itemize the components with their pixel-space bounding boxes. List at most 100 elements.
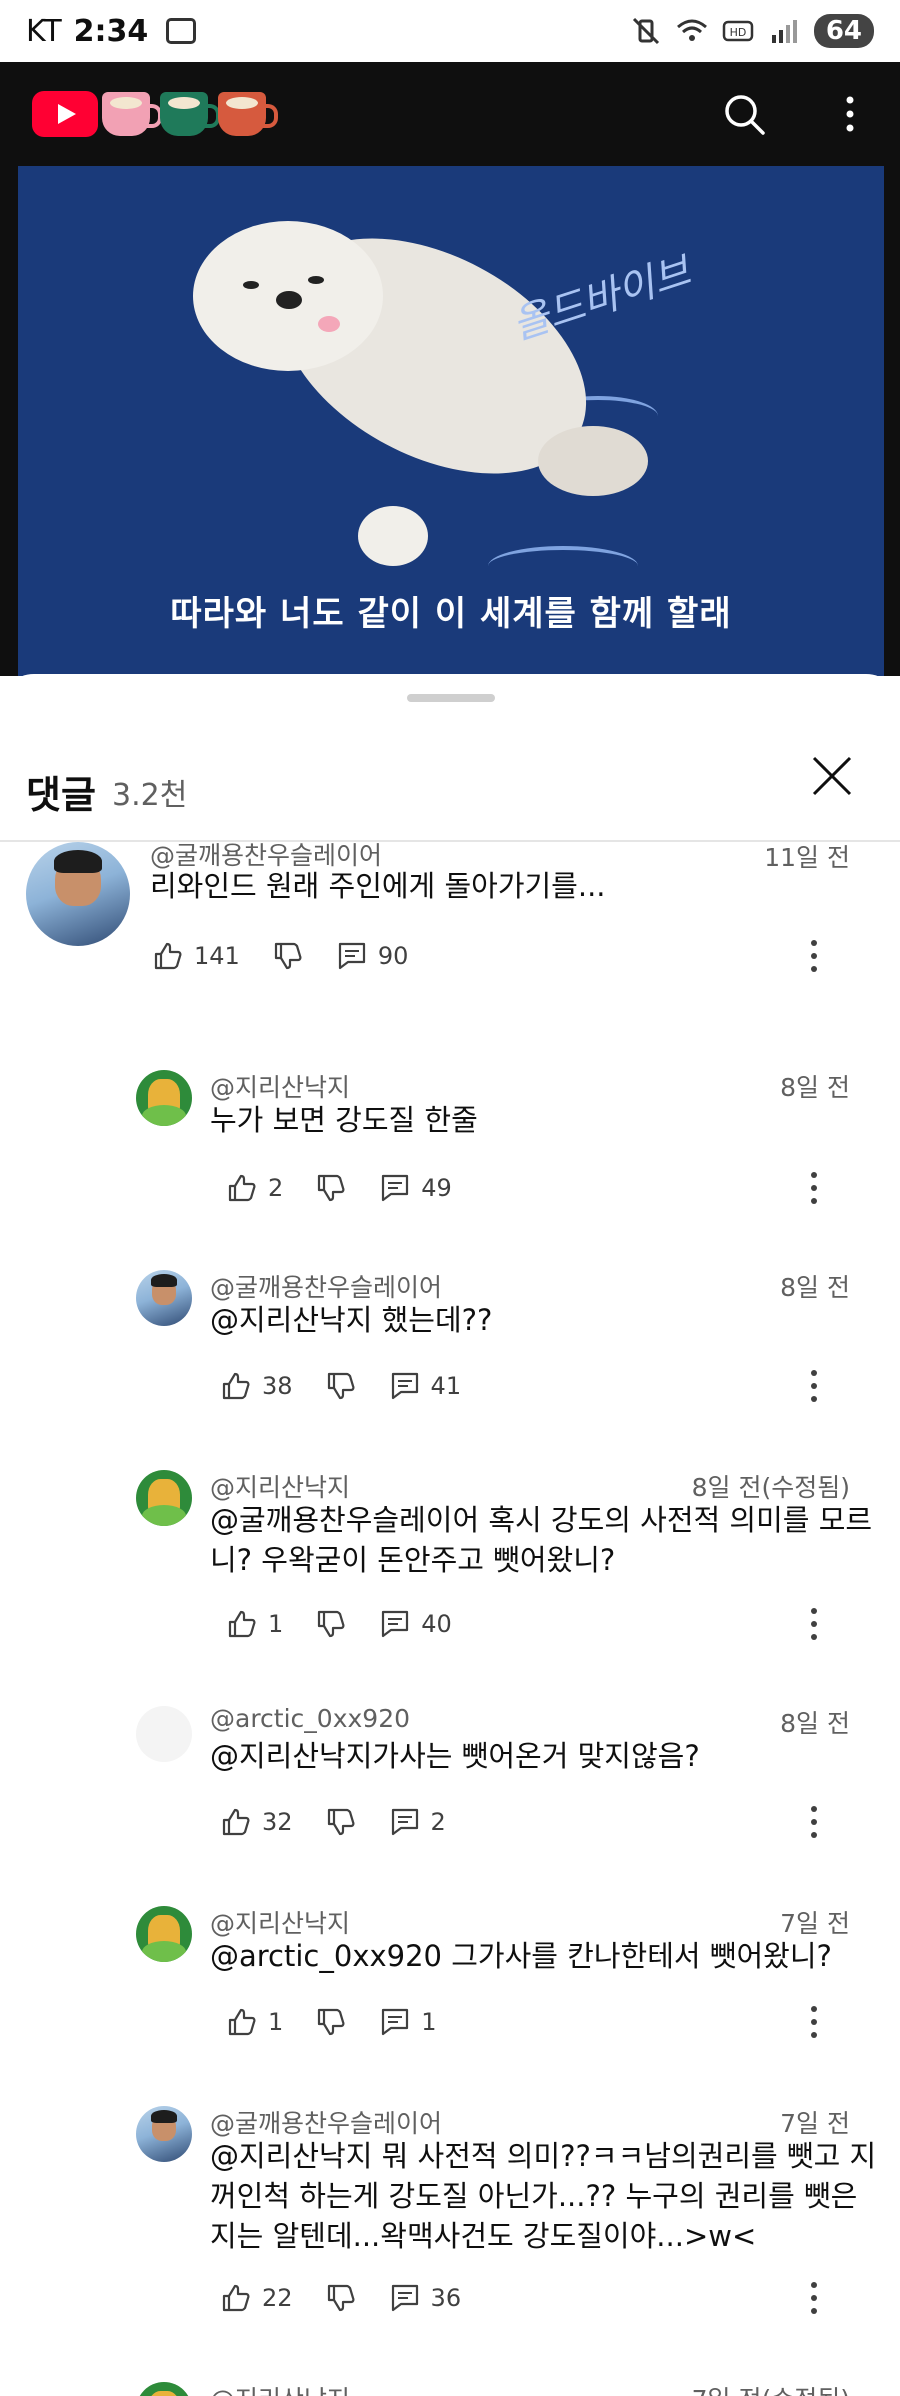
dislike-icon[interactable] — [325, 2282, 357, 2314]
like-count: 38 — [262, 1372, 293, 1400]
more-vert-icon[interactable] — [802, 2002, 826, 2042]
more-vert-icon[interactable] — [836, 90, 864, 138]
like-count: 1 — [268, 2008, 284, 2036]
comment-author[interactable]: @arctic_0xx920 — [210, 1704, 410, 1733]
reply-icon[interactable] — [379, 2006, 411, 2038]
channel-logo[interactable] — [32, 88, 278, 140]
reply-count: 41 — [430, 1372, 462, 1400]
more-vert-icon[interactable] — [802, 1366, 826, 1406]
comment-actions: 1 1 — [226, 2002, 437, 2042]
video-subtitle: 따라와 너도 같이 이 세계를 함께 할래 — [170, 594, 732, 634]
comment-author[interactable]: @굴깨용찬우슬레이어 — [210, 2104, 442, 2140]
like-count: 22 — [262, 2284, 293, 2312]
more-vert-icon[interactable] — [802, 2278, 826, 2318]
screenshot-icon — [166, 18, 197, 44]
comment-text: 리와인드 원래 주인에게 돌아가기를... — [150, 869, 606, 903]
reply-icon[interactable] — [379, 1608, 411, 1640]
dislike-icon[interactable] — [315, 1608, 347, 1640]
reply-count: 49 — [421, 1174, 452, 1202]
more-vert-icon[interactable] — [802, 936, 826, 976]
avatar[interactable] — [136, 1070, 192, 1126]
more-vert-icon[interactable] — [802, 1802, 826, 1842]
avatar[interactable] — [136, 1270, 192, 1326]
dislike-icon[interactable] — [315, 2006, 347, 2038]
search-icon[interactable] — [722, 92, 766, 136]
reply-icon[interactable] — [389, 1806, 421, 1838]
comment-time: 7일 전 — [780, 2109, 850, 2138]
comment-text-line: 니? 우왁굳이 돈안주고 뺏어왔니? — [210, 1543, 616, 1577]
comment-time: 11일 전 — [764, 843, 850, 872]
comment-time: 7일 전 — [780, 1909, 850, 1938]
avatar[interactable] — [136, 1470, 192, 1526]
more-vert-icon[interactable] — [802, 1604, 826, 1644]
like-icon[interactable] — [220, 2282, 252, 2314]
avatar[interactable] — [136, 1906, 192, 1962]
vibrate-mute-icon — [632, 17, 659, 45]
svg-text:HD: HD — [729, 26, 746, 39]
comment-author[interactable]: @지리산낙지 — [210, 1468, 350, 1504]
dislike-icon[interactable] — [325, 1806, 357, 1838]
avatar[interactable] — [136, 1706, 192, 1762]
reply-count: 2 — [430, 1808, 446, 1836]
handwritten-title: 올드바이브 — [506, 248, 696, 350]
like-icon[interactable] — [226, 2006, 258, 2038]
dislike-icon[interactable] — [315, 1172, 347, 1204]
comment-text: @arctic_0xx920 그가사를 칸나한테서 뺏어왔니? — [210, 1939, 832, 1973]
comments-header: 댓글 3.2천 — [0, 724, 900, 840]
comment-time: 8일 전 — [780, 1273, 850, 1302]
comments-list[interactable]: @굴깨용찬우슬레이어 11일 전 리와인드 원래 주인에게 돌아가기를... 1… — [0, 842, 900, 2396]
reply-count: 36 — [430, 2284, 462, 2312]
avatar[interactable] — [136, 2106, 192, 2162]
coffee-cup-icon — [102, 92, 162, 136]
comment-time: 8일 전 — [780, 1073, 850, 1102]
comment-actions: 38 41 — [220, 1366, 461, 1406]
comment-time: 8일 전 — [780, 1709, 850, 1738]
comment-time: 7일 전(수정됨) — [692, 2380, 850, 2396]
like-icon[interactable] — [220, 1370, 252, 1402]
comment-text: @지리산낙지 했는데?? — [210, 1303, 493, 1337]
reply-icon[interactable] — [336, 940, 368, 972]
youtube-logo-icon — [32, 91, 98, 137]
drag-handle[interactable] — [407, 694, 495, 702]
avatar[interactable] — [26, 842, 130, 946]
comment-author[interactable]: @지리산낙지 — [210, 1068, 350, 1104]
comment-text: @지리산낙지가사는 뺏어온거 맞지않음? — [210, 1739, 700, 1773]
comment-actions: 141 90 — [152, 936, 408, 976]
comment-text-line: 지는 알텐데...왁맥사건도 강도질이야...>w< — [210, 2219, 757, 2253]
dislike-icon[interactable] — [325, 1370, 357, 1402]
comment-author[interactable]: @지리산낙지 — [210, 1904, 350, 1940]
comments-title: 댓글 — [26, 773, 96, 817]
avatar[interactable] — [136, 2382, 192, 2396]
reply-icon[interactable] — [389, 1370, 421, 1402]
wifi-icon — [676, 19, 707, 41]
like-count: 32 — [262, 1808, 293, 1836]
status-bar: KT 2:34 HD 64 — [0, 0, 900, 62]
close-icon[interactable] — [808, 752, 856, 800]
coffee-cup-icon — [160, 92, 220, 136]
reply-count: 1 — [421, 2008, 437, 2036]
like-count: 141 — [194, 942, 240, 970]
hd-voice-icon: HD — [722, 20, 754, 42]
reply-count: 40 — [421, 1610, 452, 1638]
comment-author[interactable]: @굴깨용찬우슬레이어 — [210, 1268, 442, 1304]
like-icon[interactable] — [220, 1806, 252, 1838]
like-icon[interactable] — [226, 1172, 258, 1204]
reply-icon[interactable] — [379, 1172, 411, 1204]
reply-icon[interactable] — [389, 2282, 421, 2314]
reply-count: 90 — [377, 942, 409, 970]
comment-text-line: @지리산낙지 뭐 사전적 의미??ㅋㅋ남의권리를 뺏고 지 — [210, 2139, 877, 2173]
video-player[interactable]: 올드바이브 따라와 너도 같이 이 세계를 함께 할래 — [0, 166, 900, 676]
video-frame: 올드바이브 따라와 너도 같이 이 세계를 함께 할래 — [18, 166, 884, 676]
dislike-icon[interactable] — [272, 940, 304, 972]
clock: 2:34 — [73, 13, 149, 49]
like-count: 1 — [268, 1610, 284, 1638]
more-vert-icon[interactable] — [802, 1168, 826, 1208]
carrier-label: KT — [26, 13, 62, 49]
comment-time: 8일 전(수정됨) — [691, 1473, 850, 1502]
comment-author[interactable]: @지리산낙지 — [210, 2380, 350, 2396]
like-icon[interactable] — [226, 1608, 258, 1640]
like-icon[interactable] — [152, 940, 184, 972]
coffee-cup-icon — [218, 92, 278, 136]
comment-text-line: 꺼인척 하는게 강도질 아닌가...?? 누구의 권리를 뺏은 — [210, 2179, 858, 2213]
comments-sheet: 댓글 3.2천 @굴깨용찬우슬레이어 11일 전 리와인드 원래 주인에게 돌아… — [0, 674, 900, 2396]
